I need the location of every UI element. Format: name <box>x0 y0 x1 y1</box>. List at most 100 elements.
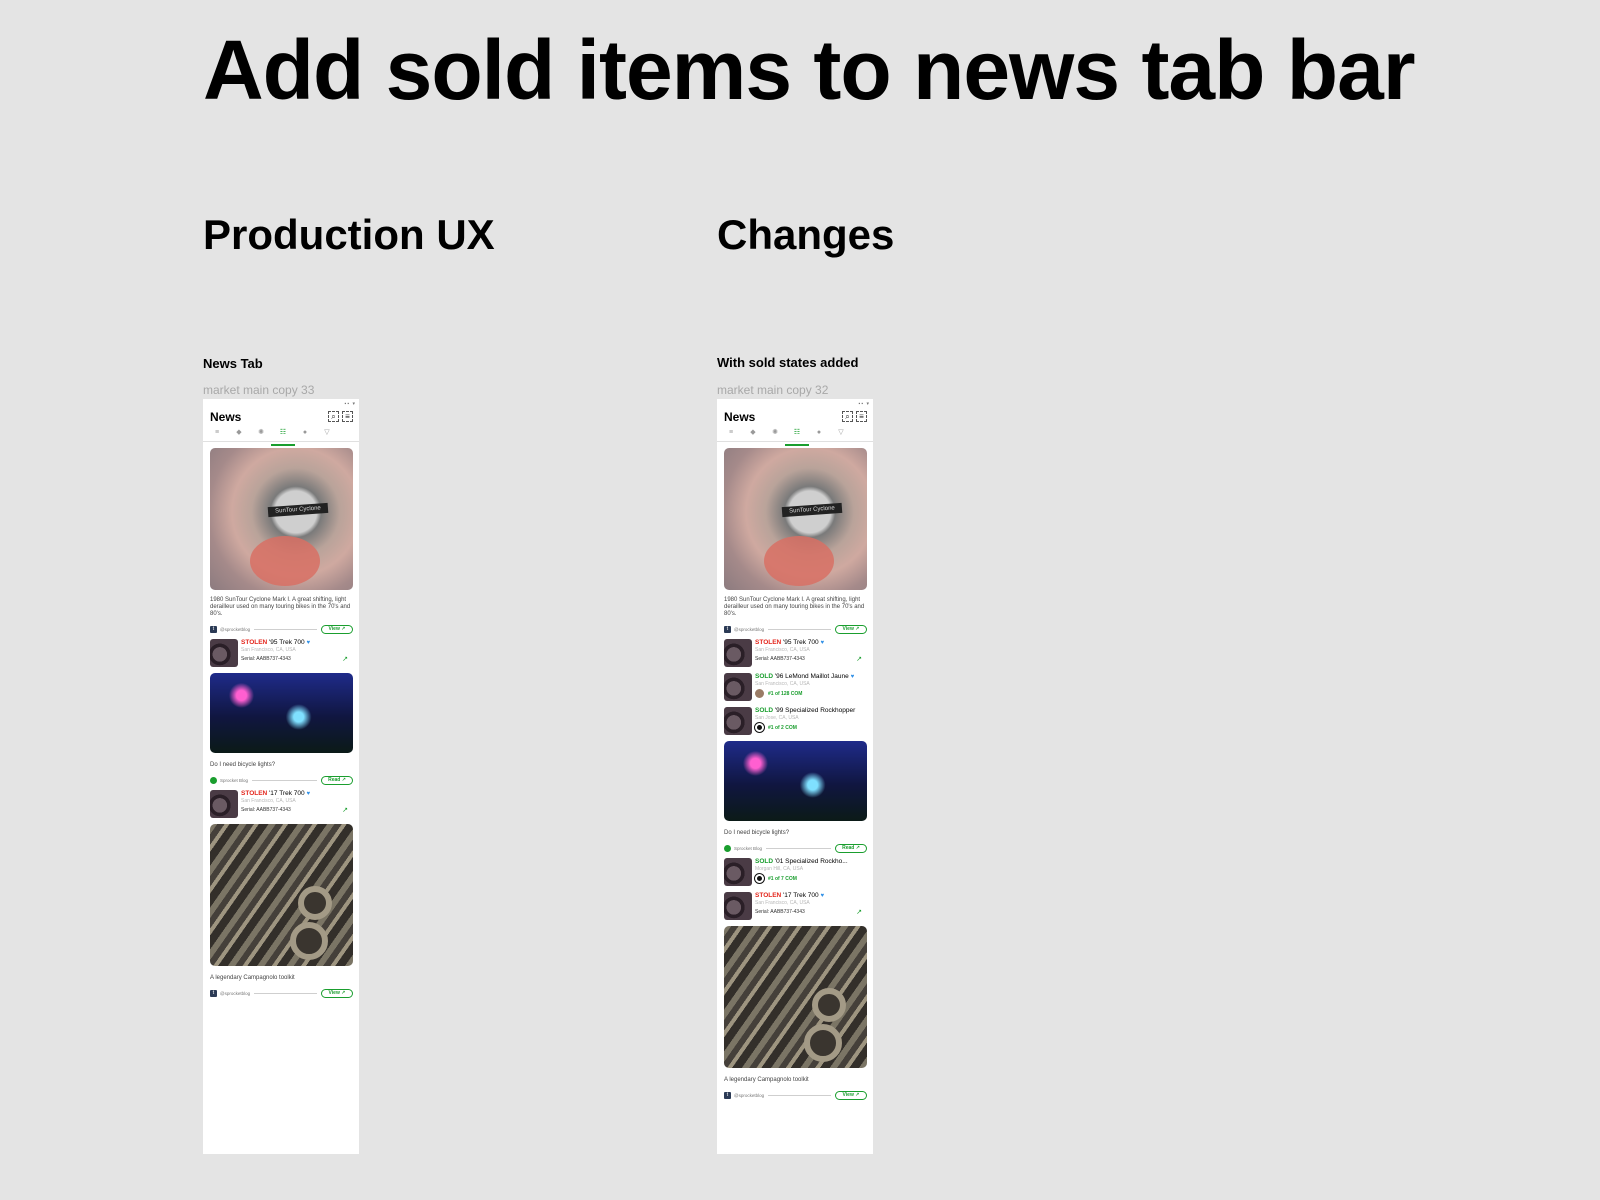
tool-ring <box>290 922 328 960</box>
app-bar: News ⌕ ≡ <box>203 408 359 425</box>
image-badge: SunTour Cyclone <box>781 502 843 518</box>
news-icon[interactable]: ☷ <box>785 428 809 446</box>
person-icon[interactable]: ● <box>813 428 825 441</box>
bike-thumbnail <box>724 892 752 920</box>
app-title: News <box>724 410 756 424</box>
derailleur-image[interactable]: SunTour Cyclone <box>724 448 867 590</box>
status-label: STOLEN <box>241 790 268 797</box>
divider <box>254 628 317 630</box>
view-button-label: View <box>328 625 340 632</box>
person-icon[interactable]: ● <box>299 428 311 441</box>
tab-bar: ≡ ◆ ✺ ☷ ● ▽ <box>717 425 873 446</box>
article-caption: 1980 SunTour Cyclone Mark I. A great shi… <box>210 597 351 617</box>
bike-location: San Francisco, CA, USA <box>755 681 810 687</box>
bike-serial: Serial: AABB737-4343 <box>241 807 291 813</box>
bike-name: '96 LeMond Maillot Jaune <box>774 673 849 680</box>
search-icon[interactable]: ⌕ <box>328 411 339 422</box>
list-item-sold[interactable]: SOLD '01 Specialized Rockho... Morgan Hi… <box>724 858 867 888</box>
avatar <box>755 689 764 698</box>
view-button[interactable]: View ↗ <box>835 1090 867 1100</box>
bike-location: Morgan Hill, CA, USA <box>755 866 804 872</box>
list-item-stolen[interactable]: STOLEN '95 Trek 700 ♥ San Francisco, CA,… <box>724 639 867 669</box>
app-bar: News ⌕ ≡ <box>717 408 873 425</box>
view-button-label: View <box>328 989 340 996</box>
read-button[interactable]: Read ↗ <box>835 843 867 853</box>
owner-rank: #1 of 7 COM <box>768 875 797 882</box>
bike-thumbnail <box>724 673 752 701</box>
status-icons: ▪▪ ▾ <box>344 401 356 407</box>
phone-changes: ▪▪ ▾ News ⌕ ≡ ≡ ◆ ✺ ☷ ● ▽ SunTour Cyclon… <box>717 399 873 1154</box>
view-button[interactable]: View ↗ <box>321 988 353 998</box>
bike-serial: Serial: AABB737-4343 <box>755 656 805 662</box>
read-button[interactable]: Read ↗ <box>321 775 353 785</box>
avatar <box>755 723 764 732</box>
search-icon[interactable]: ⌕ <box>842 411 853 422</box>
wheel-icon[interactable]: ✺ <box>769 428 781 441</box>
filter-icon[interactable]: ≡ <box>856 411 867 422</box>
view-button[interactable]: View ↗ <box>835 624 867 634</box>
article-caption: A legendary Campagnolo toolkit <box>724 1077 809 1083</box>
list-item-sold[interactable]: SOLD '96 LeMond Maillot Jaune ♥ San Fran… <box>724 673 867 703</box>
bike-name: '99 Specialized Rockhopper <box>774 707 856 714</box>
divider <box>768 628 831 630</box>
article-meta: t @sprocketblog View ↗ <box>724 623 867 635</box>
phone-production: ▪▪ ▾ News ⌕ ≡ ≡ ◆ ✺ ☷ ● ▽ SunTour Cyclon… <box>203 399 359 1154</box>
source-icon: t <box>724 1091 731 1099</box>
arrow-icon[interactable]: ↗ <box>856 908 862 916</box>
tab-bar: ≡ ◆ ✺ ☷ ● ▽ <box>203 425 359 446</box>
source-name: @sprocketblog <box>734 1092 765 1098</box>
frame-sub-production: market main copy 33 <box>203 383 315 397</box>
bike-location: San Francisco, CA, USA <box>241 798 296 804</box>
menu-icon[interactable]: ≡ <box>725 428 737 441</box>
triangle-icon[interactable]: ▽ <box>321 428 333 441</box>
toolkit-image[interactable] <box>724 926 867 1068</box>
source-icon <box>724 844 731 852</box>
tool-ring <box>804 1024 842 1062</box>
list-item-stolen[interactable]: STOLEN '17 Trek 700 ♥ San Francisco, CA,… <box>724 892 867 922</box>
tool-ring <box>298 886 332 920</box>
bike-thumbnail <box>724 639 752 667</box>
read-button-label: Read <box>842 844 855 851</box>
verified-icon: ♥ <box>850 674 855 680</box>
bike-lights-image[interactable] <box>724 741 867 821</box>
bike-name: '95 Trek 700 <box>269 639 305 646</box>
owner-rank: #1 of 128 COM <box>768 690 803 697</box>
bike-serial: Serial: AABB737-4343 <box>241 656 291 662</box>
list-item-sold[interactable]: SOLD '99 Specialized Rockhopper San Jose… <box>724 707 867 737</box>
arrow-icon[interactable]: ↗ <box>856 655 862 663</box>
read-button-label: Read <box>328 776 341 783</box>
triangle-icon[interactable]: ▽ <box>835 428 847 441</box>
page-title: Add sold items to news tab bar <box>203 23 1416 117</box>
arrow-icon[interactable]: ↗ <box>342 806 348 814</box>
status-label: SOLD <box>755 673 774 680</box>
news-icon[interactable]: ☷ <box>271 428 295 446</box>
article-caption: A legendary Campagnolo toolkit <box>210 975 295 981</box>
status-label: STOLEN <box>755 892 782 899</box>
owner-rank: #1 of 2 COM <box>768 724 797 731</box>
toolkit-image[interactable] <box>210 824 353 966</box>
bike-serial: Serial: AABB737-4343 <box>755 909 805 915</box>
list-item-stolen[interactable]: STOLEN '95 Trek 700 ♥ San Francisco, CA,… <box>210 639 353 669</box>
source-name: Sprocket Blog <box>734 845 763 851</box>
filter-icon[interactable]: ≡ <box>342 411 353 422</box>
menu-icon[interactable]: ≡ <box>211 428 223 441</box>
status-label: STOLEN <box>241 639 268 646</box>
tag-icon[interactable]: ◆ <box>233 428 245 441</box>
bike-lights-image[interactable] <box>210 673 353 753</box>
list-item-stolen[interactable]: STOLEN '17 Trek 700 ♥ San Francisco, CA,… <box>210 790 353 820</box>
source-icon: t <box>210 989 217 997</box>
bike-location: San Jose, CA, USA <box>755 715 799 721</box>
divider <box>252 779 317 781</box>
source-icon <box>210 776 217 784</box>
tag-icon[interactable]: ◆ <box>747 428 759 441</box>
status-label: SOLD <box>755 707 774 714</box>
status-bar: ▪▪ ▾ <box>717 399 873 408</box>
wheel-icon[interactable]: ✺ <box>255 428 267 441</box>
bike-thumbnail <box>724 858 752 886</box>
derailleur-image[interactable]: SunTour Cyclone <box>210 448 353 590</box>
view-button[interactable]: View ↗ <box>321 624 353 634</box>
verified-icon: ♥ <box>306 791 311 797</box>
article-caption: 1980 SunTour Cyclone Mark I. A great shi… <box>724 597 865 617</box>
bike-name: '01 Specialized Rockho... <box>774 858 848 865</box>
arrow-icon[interactable]: ↗ <box>342 655 348 663</box>
